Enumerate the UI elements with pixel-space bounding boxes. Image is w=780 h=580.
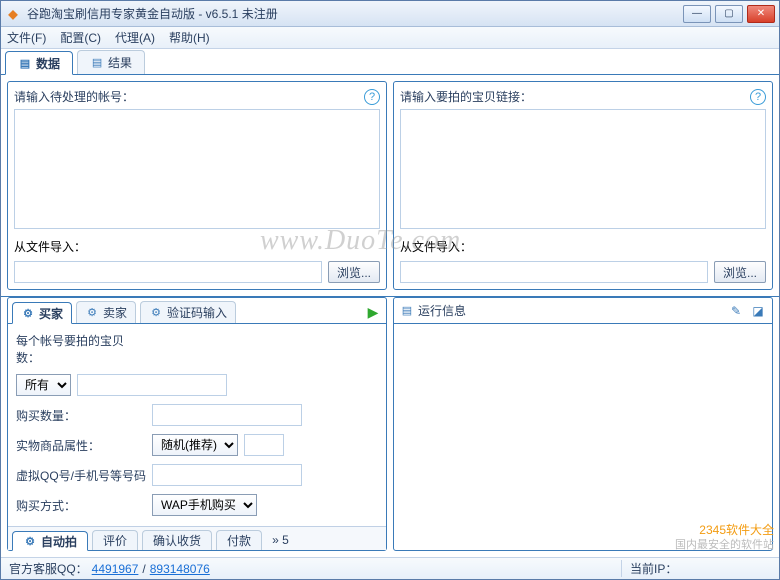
gear-icon: ⚙ bbox=[21, 306, 35, 320]
eraser-icon[interactable]: ◪ bbox=[750, 303, 766, 319]
tab-seller[interactable]: ⚙ 卖家 bbox=[76, 301, 136, 323]
app-icon: ◆ bbox=[5, 6, 21, 22]
menu-file[interactable]: 文件(F) bbox=[7, 29, 46, 46]
tab-result[interactable]: ▤ 结果 bbox=[77, 50, 145, 74]
wand-icon[interactable]: ✎ bbox=[728, 303, 744, 319]
help-icon[interactable]: ? bbox=[364, 89, 380, 105]
links-label: 请输入要拍的宝贝链接： bbox=[400, 88, 532, 105]
links-import-path[interactable] bbox=[400, 261, 708, 283]
attr-label: 实物商品属性： bbox=[16, 437, 146, 454]
accounts-import-path[interactable] bbox=[14, 261, 322, 283]
menu-proxy[interactable]: 代理(A) bbox=[115, 29, 155, 46]
tab-confirm-label: 确认收货 bbox=[153, 532, 201, 549]
virtual-input[interactable] bbox=[152, 464, 302, 486]
tab-review-label: 评价 bbox=[103, 532, 127, 549]
accounts-browse-button[interactable]: 浏览... bbox=[328, 261, 380, 283]
tab-review[interactable]: 评价 bbox=[92, 530, 138, 550]
tab-captcha[interactable]: ⚙ 验证码输入 bbox=[140, 301, 236, 323]
titlebar: ◆ 谷跑淘宝刷信用专家黄金自动版 - v6.5.1 未注册 — ▢ ✕ bbox=[1, 1, 779, 27]
main-tabs: ▤ 数据 ▤ 结果 bbox=[1, 49, 779, 75]
tab-result-label: 结果 bbox=[108, 54, 132, 71]
attr-extra-input[interactable] bbox=[244, 434, 284, 456]
accounts-import-label: 从文件导入： bbox=[14, 238, 86, 255]
gear-icon: ⚙ bbox=[85, 306, 99, 320]
gear-icon: ⚙ bbox=[149, 306, 163, 320]
virtual-label: 虚拟QQ号/手机号等号码 bbox=[16, 467, 146, 484]
links-panel: 请输入要拍的宝贝链接： ? 从文件导入： 浏览... bbox=[393, 81, 773, 290]
tab-seller-label: 卖家 bbox=[103, 304, 127, 321]
minimize-button[interactable]: — bbox=[683, 5, 711, 23]
qq-link-1[interactable]: 4491967 bbox=[92, 562, 139, 576]
document-icon: ▤ bbox=[18, 56, 32, 70]
menu-config[interactable]: 配置(C) bbox=[60, 29, 101, 46]
tab-pay[interactable]: 付款 bbox=[216, 530, 262, 550]
count-label: 每个帐号要拍的宝贝数： bbox=[16, 332, 146, 366]
runinfo-body bbox=[394, 324, 772, 550]
list-icon: ▤ bbox=[90, 56, 104, 70]
links-import-label: 从文件导入： bbox=[400, 238, 472, 255]
window-title: 谷跑淘宝刷信用专家黄金自动版 - v6.5.1 未注册 bbox=[27, 5, 683, 22]
maximize-button[interactable]: ▢ bbox=[715, 5, 743, 23]
tab-auto-label: 自动拍 bbox=[41, 533, 77, 550]
method-label: 购买方式： bbox=[16, 497, 146, 514]
tab-pay-label: 付款 bbox=[227, 532, 251, 549]
tabs-overflow[interactable]: » 5 bbox=[266, 533, 295, 547]
accounts-textarea[interactable] bbox=[14, 109, 380, 229]
tab-confirm[interactable]: 确认收货 bbox=[142, 530, 212, 550]
gear-icon: ⚙ bbox=[23, 534, 37, 548]
accounts-panel: 请输入待处理的帐号： ? 从文件导入： 浏览... bbox=[7, 81, 387, 290]
accounts-label: 请输入待处理的帐号： bbox=[14, 88, 134, 105]
method-select[interactable]: WAP手机购买 bbox=[152, 494, 257, 516]
ip-label: 当前IP： bbox=[621, 560, 771, 577]
qq-label: 官方客服QQ： bbox=[9, 560, 88, 577]
info-icon: ▤ bbox=[400, 304, 414, 318]
tab-auto[interactable]: ⚙ 自动拍 bbox=[12, 531, 88, 551]
statusbar: 官方客服QQ： 4491967/893148076 当前IP： bbox=[1, 557, 779, 579]
count-select[interactable]: 所有 bbox=[16, 374, 71, 396]
close-button[interactable]: ✕ bbox=[747, 5, 775, 23]
settings-panel: ⚙ 买家 ⚙ 卖家 ⚙ 验证码输入 ▶ 每个帐号要拍的宝贝数： 所有 bbox=[7, 297, 387, 551]
runinfo-panel: ▤ 运行信息 ✎ ◪ bbox=[393, 297, 773, 551]
qty-input[interactable] bbox=[152, 404, 302, 426]
runinfo-title: 运行信息 bbox=[418, 302, 466, 319]
tab-data[interactable]: ▤ 数据 bbox=[5, 51, 73, 75]
tab-data-label: 数据 bbox=[36, 55, 60, 72]
attr-select[interactable]: 随机(推荐) bbox=[152, 434, 238, 456]
links-browse-button[interactable]: 浏览... bbox=[714, 261, 766, 283]
tab-buyer[interactable]: ⚙ 买家 bbox=[12, 302, 72, 324]
count-input[interactable] bbox=[77, 374, 227, 396]
menu-help[interactable]: 帮助(H) bbox=[169, 29, 210, 46]
action-tabs: ⚙ 自动拍 评价 确认收货 付款 » 5 bbox=[8, 526, 386, 550]
role-tabs: ⚙ 买家 ⚙ 卖家 ⚙ 验证码输入 ▶ bbox=[8, 298, 386, 324]
help-icon[interactable]: ? bbox=[750, 89, 766, 105]
tab-buyer-label: 买家 bbox=[39, 305, 63, 322]
menubar: 文件(F) 配置(C) 代理(A) 帮助(H) bbox=[1, 27, 779, 49]
links-textarea[interactable] bbox=[400, 109, 766, 229]
tab-captcha-label: 验证码输入 bbox=[167, 304, 227, 321]
qq-link-2[interactable]: 893148076 bbox=[150, 562, 210, 576]
play-button[interactable]: ▶ bbox=[364, 303, 382, 321]
qty-label: 购买数量： bbox=[16, 407, 146, 424]
